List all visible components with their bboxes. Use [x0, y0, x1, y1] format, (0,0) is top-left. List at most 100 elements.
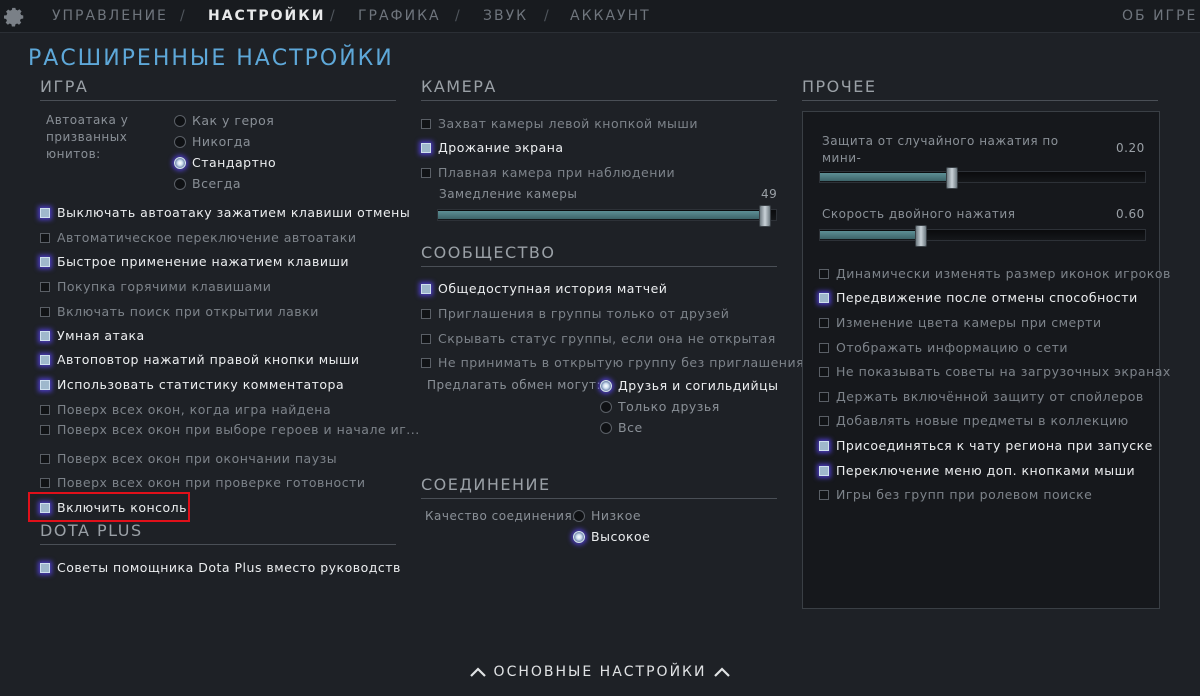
radio-dot — [174, 178, 186, 190]
radio-dot — [573, 531, 585, 543]
chevron-up-icon — [714, 667, 731, 677]
checkbox-label: Советы помощника Dota Plus вместо руково… — [57, 560, 401, 575]
radio-label: Высокое — [591, 529, 651, 544]
radio-label: Низкое — [591, 508, 642, 523]
checkbox-label: Скрывать статус группы, если она не откр… — [438, 331, 776, 346]
checkbox-label: Поверх всех окон, когда игра найдена — [57, 402, 332, 417]
checkbox-label: Добавлять новые предметы в коллекцию — [836, 413, 1129, 428]
checkbox-box — [819, 490, 829, 500]
gear-icon[interactable] — [4, 6, 26, 28]
checkbox-box — [421, 168, 431, 178]
checkbox-box — [421, 143, 431, 153]
radio-dot — [600, 422, 612, 434]
section-title-connection: СОЕДИНЕНИЕ — [421, 475, 551, 494]
checkbox-label: Изменение цвета камеры при смерти — [836, 315, 1102, 330]
checkbox-box — [819, 318, 829, 328]
checkbox-box — [40, 233, 50, 243]
checkbox-box — [819, 416, 829, 426]
checkbox-box — [40, 282, 50, 292]
slider-fill — [820, 231, 920, 239]
basic-settings-label: ОСНОВНЫЕ НАСТРОЙКИ — [493, 664, 707, 680]
checkbox-label: Приглашения в группы только от друзей — [438, 306, 730, 321]
section-divider — [421, 100, 777, 101]
checkbox-label: Игры без групп при ролевом поиске — [836, 487, 1093, 502]
checkbox-label: Автоматическое переключение автоатаки — [57, 230, 357, 245]
other-settings-panel — [802, 111, 1160, 609]
checkbox-label: Поверх всех окон при выборе героев и нач… — [57, 422, 420, 437]
nav-separator: / — [455, 8, 460, 24]
checkbox-label: Выключать автоатаку зажатием клавиши отм… — [57, 205, 411, 220]
connection-quality-label: Качество соединения: — [425, 509, 577, 523]
section-divider — [40, 100, 396, 101]
checkbox-label: Захват камеры левой кнопкой мыши — [438, 116, 698, 131]
radio-dot — [600, 380, 612, 392]
camera-slowdown-label: Замедление камеры — [439, 187, 578, 201]
minimap-protection-slider[interactable] — [819, 167, 1146, 189]
checkbox-box — [819, 343, 829, 353]
basic-settings-button[interactable]: ОСНОВНЫЕ НАСТРОЙКИ — [0, 664, 1200, 680]
tab-settings[interactable]: НАСТРОЙКИ — [208, 0, 325, 32]
section-title-camera: КАМЕРА — [421, 77, 497, 96]
checkbox-box — [819, 269, 829, 279]
checkbox-label: Держать включённой защиту от спойлеров — [836, 389, 1144, 404]
section-title-community: СООБЩЕСТВО — [421, 243, 556, 262]
checkbox-box — [40, 307, 50, 317]
checkbox-label: Поверх всех окон при проверке готовности — [57, 475, 366, 490]
radio-dot — [174, 115, 186, 127]
checkbox-label: Дрожание экрана — [438, 140, 564, 155]
section-divider — [421, 498, 777, 499]
radio-label: Только друзья — [618, 399, 720, 414]
radio-dot — [174, 136, 186, 148]
camera-slowdown-value: 49 — [761, 187, 778, 201]
tab-about[interactable]: ОБ ИГРЕ — [1122, 0, 1197, 32]
section-divider — [40, 544, 396, 545]
checkbox-box — [40, 454, 50, 464]
slider-handle[interactable] — [946, 167, 958, 189]
top-nav-bar: УПРАВЛЕНИЕ / НАСТРОЙКИ / ГРАФИКА / ЗВУК … — [0, 0, 1200, 33]
checkbox-box — [40, 478, 50, 488]
tab-account[interactable]: АККАУНТ — [570, 0, 651, 32]
checkbox-box — [819, 293, 829, 303]
double-tap-value: 0.60 — [1116, 207, 1145, 221]
checkbox-box — [40, 355, 50, 365]
checkbox-box — [421, 119, 431, 129]
minimap-protection-value: 0.20 — [1116, 141, 1145, 155]
section-divider — [802, 100, 1158, 101]
slider-handle[interactable] — [915, 225, 927, 247]
autoattack-label: Автоатака у призванных юнитов: — [46, 113, 129, 161]
checkbox-box — [40, 331, 50, 341]
nav-separator: / — [330, 8, 335, 24]
checkbox-box — [421, 334, 431, 344]
checkbox-label: Покупка горячими клавишами — [57, 279, 272, 294]
tab-graphics[interactable]: ГРАФИКА — [358, 0, 441, 32]
highlight-box — [28, 492, 190, 522]
checkbox-label: Включать поиск при открытии лавки — [57, 304, 319, 319]
section-title-dotaplus: DOTA PLUS — [40, 521, 143, 540]
checkbox-box — [421, 309, 431, 319]
slider-fill — [438, 211, 764, 219]
checkbox-label: Присоединяться к чату региона при запуск… — [836, 438, 1153, 453]
camera-slowdown-slider[interactable] — [437, 205, 777, 227]
checkbox-box — [40, 380, 50, 390]
section-title-other: ПРОЧЕЕ — [802, 77, 877, 96]
slider-handle[interactable] — [759, 205, 771, 227]
radio-dot — [573, 510, 585, 522]
double-tap-slider[interactable] — [819, 225, 1146, 247]
radio-dot — [600, 401, 612, 413]
checkbox-label: Не показывать советы на загрузочных экра… — [836, 364, 1171, 379]
checkbox-label: Передвижение после отмены способности — [836, 290, 1138, 305]
checkbox-label: Автоповтор нажатий правой кнопки мыши — [57, 352, 360, 367]
checkbox-box — [421, 358, 431, 368]
checkbox-label: Динамически изменять размер иконок игрок… — [836, 266, 1171, 281]
double-tap-label: Скорость двойного нажатия — [822, 207, 1016, 221]
checkbox-box — [819, 367, 829, 377]
slider-fill — [820, 173, 951, 181]
radio-label: Стандартно — [192, 155, 277, 170]
checkbox-box — [40, 208, 50, 218]
tab-controls[interactable]: УПРАВЛЕНИЕ — [52, 0, 168, 32]
radio-label: Никогда — [192, 134, 252, 149]
tab-sound[interactable]: ЗВУК — [483, 0, 528, 32]
checkbox-label: Отображать информацию о сети — [836, 340, 1068, 355]
checkbox-box — [40, 257, 50, 267]
checkbox-label: Общедоступная история матчей — [438, 281, 668, 296]
